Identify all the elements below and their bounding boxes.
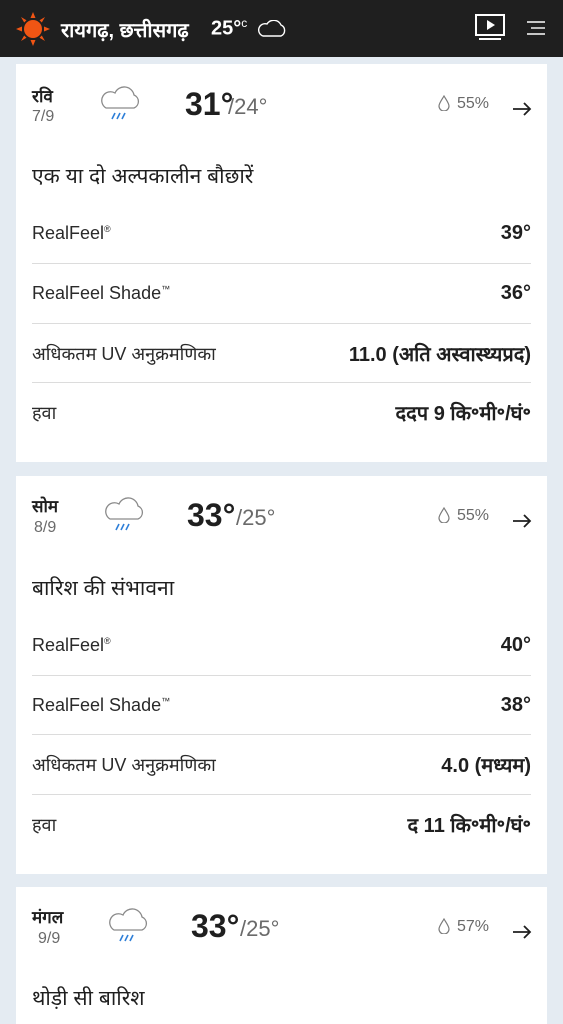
wind-label: हवा [32, 814, 57, 835]
daily-forecast-card[interactable]: रवि 7/9 31° /24° 55% एक या दो अल्पकालीन … [16, 64, 547, 462]
day-name: सोम [32, 497, 59, 516]
realfeel-row: RealFeel® 40° [32, 615, 531, 675]
wind-row: हवा ददप 9 कि॰मी॰/घं॰ [32, 382, 531, 442]
uv-index-row: अधिकतम UV अनुक्रमणिका 11.0 (अति अस्वास्थ… [32, 323, 531, 383]
realfeel-label: RealFeel® [32, 222, 111, 243]
realfeel-shade-value: 38° [500, 694, 531, 716]
low-temperature: /24° [228, 94, 268, 119]
high-temperature: 33° [191, 908, 240, 944]
precipitation-chance: 55% [437, 95, 489, 113]
uv-index-value: 4.0 (मध्यम) [441, 755, 531, 777]
rain-cloud-icon [105, 497, 144, 531]
realfeel-shade-row: RealFeel Shade™ 36° [32, 263, 531, 323]
uv-index-row: अधिकतम UV अनुक्रमणिका 4.0 (मध्यम) [32, 734, 531, 794]
high-temperature: 31° [185, 86, 234, 122]
cloudy-icon [257, 20, 286, 37]
realfeel-row: RealFeel® 39° [32, 203, 531, 263]
day-name: रवि [32, 87, 53, 106]
sun-icon [16, 12, 50, 46]
realfeel-shade-value: 36° [500, 282, 531, 304]
uv-index-value: 11.0 (अति अस्वास्थ्यप्रद) [348, 344, 531, 366]
realfeel-shade-label: RealFeel Shade™ [32, 695, 171, 715]
day-date: 7/9 [32, 108, 55, 125]
realfeel-shade-label: RealFeel Shade™ [32, 283, 171, 303]
raindrop-icon [438, 918, 450, 934]
precipitation-chance: 55% [437, 507, 489, 525]
day-date: 8/9 [34, 519, 57, 536]
uv-index-label: अधिकतम UV अनुक्रमणिका [32, 754, 216, 775]
realfeel-shade-row: RealFeel Shade™ 38° [32, 675, 531, 735]
arrow-right-icon[interactable] [512, 102, 532, 116]
realfeel-label: RealFeel® [32, 634, 111, 655]
current-temperature: 25°c [211, 16, 248, 40]
wind-label: हवा [32, 402, 57, 423]
daily-forecast-card[interactable]: सोम 8/9 33° /25° 55% बारिश की संभावना Re… [16, 476, 547, 874]
wind-row: हवा द 11 कि॰मी॰/घं॰ [32, 794, 531, 854]
menu-icon[interactable] [527, 20, 545, 36]
daily-forecast-card[interactable]: मंगल 9/9 33° /25° 57% थोड़ी सी बारिश [16, 887, 547, 1024]
precipitation-chance: 57% [437, 918, 489, 936]
play-video-icon[interactable] [475, 14, 505, 42]
wind-value: ददप 9 कि॰मी॰/घं॰ [395, 403, 531, 425]
wind-value: द 11 कि॰मी॰/घं॰ [407, 815, 532, 837]
realfeel-value: 39° [500, 221, 531, 244]
arrow-right-icon[interactable] [512, 925, 532, 939]
raindrop-icon [438, 507, 450, 523]
rain-cloud-icon [101, 86, 140, 120]
rain-cloud-icon [109, 908, 148, 942]
forecast-phrase: थोड़ी सी बारिश [32, 987, 145, 1010]
raindrop-icon [438, 95, 450, 111]
location-name[interactable]: रायगढ़, छत्तीसगढ़ [61, 16, 189, 43]
header-bar: रायगढ़, छत्तीसगढ़ 25°c [0, 0, 563, 57]
arrow-right-icon[interactable] [512, 514, 532, 528]
day-name: मंगल [32, 908, 64, 927]
day-date: 9/9 [38, 930, 61, 947]
realfeel-value: 40° [500, 633, 531, 656]
low-temperature: /25° [240, 916, 280, 941]
uv-index-label: अधिकतम UV अनुक्रमणिका [32, 343, 216, 364]
forecast-phrase: एक या दो अल्पकालीन बौछारें [32, 165, 254, 188]
high-temperature: 33° [187, 497, 236, 533]
forecast-phrase: बारिश की संभावना [32, 577, 175, 600]
low-temperature: /25° [236, 505, 276, 530]
